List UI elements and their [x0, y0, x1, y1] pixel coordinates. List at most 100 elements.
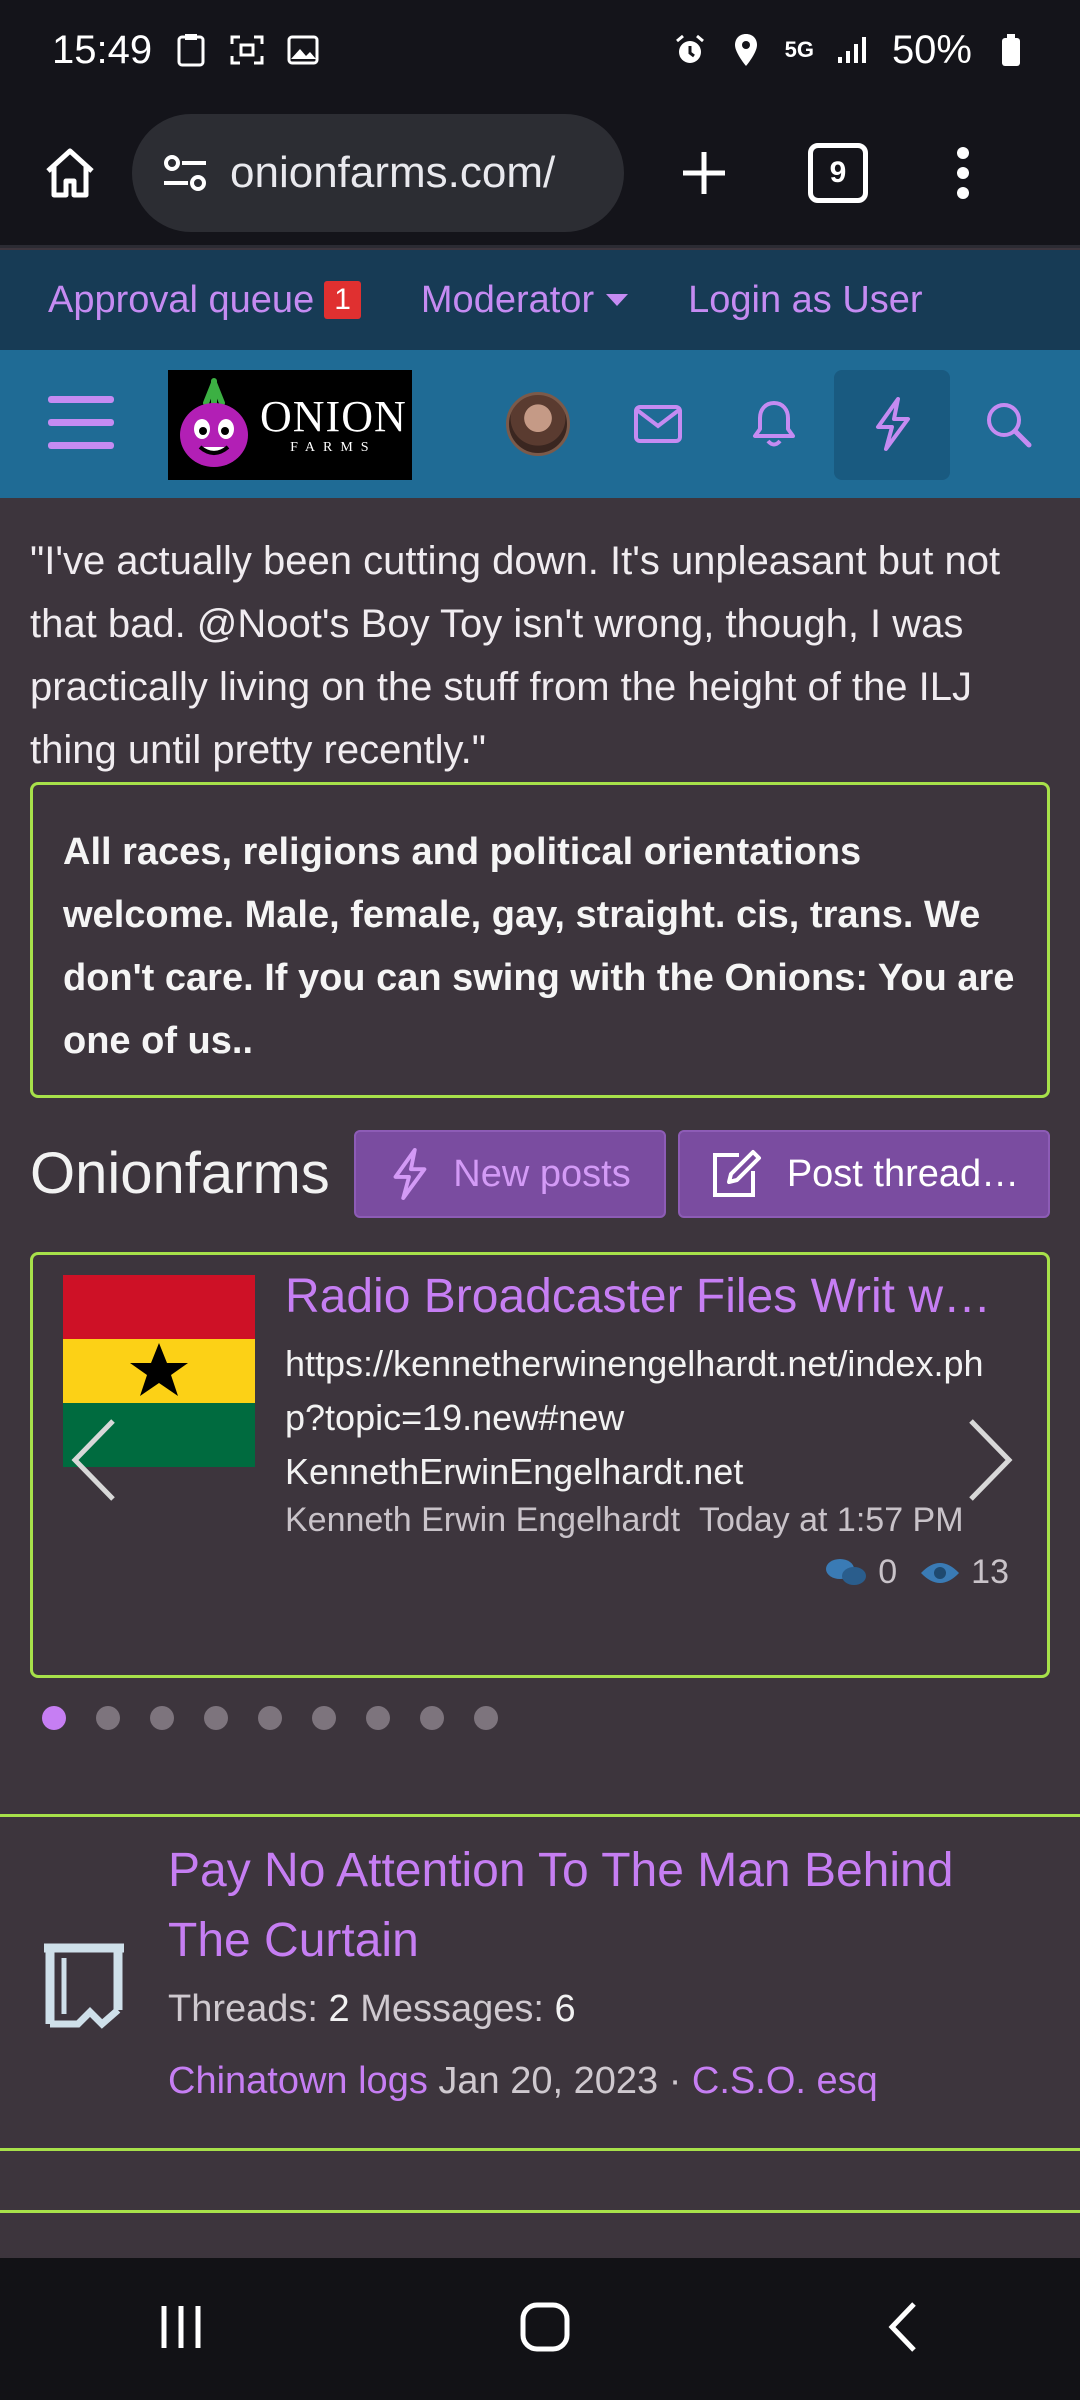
carousel-dot[interactable] [420, 1706, 444, 1730]
carousel-dot[interactable] [312, 1706, 336, 1730]
battery-level: 50% [891, 27, 972, 72]
last-post-user[interactable]: C.S.O. esq [692, 2060, 878, 2102]
post-thread-button[interactable]: Post thread… [678, 1130, 1050, 1218]
carousel-dot[interactable] [474, 1706, 498, 1730]
recent-apps-icon [161, 2305, 201, 2348]
site-header: ONION FARMS [0, 350, 1080, 498]
battery-icon [994, 33, 1028, 67]
browser-toolbar: onionfarms.com/ 9 [0, 100, 1080, 248]
chevron-down-icon [606, 294, 629, 306]
separator: · [668, 2060, 682, 2102]
new-posts-button[interactable]: New posts [354, 1130, 666, 1218]
approval-count-badge: 1 [324, 281, 361, 319]
signal-icon [836, 33, 870, 67]
site-logo[interactable]: ONION FARMS [168, 370, 412, 480]
carousel-thread-title[interactable]: Radio Broadcaster Files Writ w… [285, 1269, 1015, 1324]
menu-icon[interactable] [48, 396, 114, 452]
home-button[interactable] [30, 133, 110, 213]
threads-label: Threads: [168, 1988, 318, 2030]
forum-title[interactable]: Pay No Attention To The Man Behind The C… [168, 1836, 1048, 1976]
thread-author[interactable]: Kenneth Erwin Engelhardt [285, 1501, 680, 1539]
snippet-link: https://kennetherwinengelhardt.net/index… [285, 1343, 984, 1438]
status-bar: 15:49 5G 50% [0, 0, 1080, 100]
onion-mascot-icon [180, 378, 248, 467]
edit-icon [712, 1150, 761, 1197]
login-as-user-link[interactable]: Login as User [688, 279, 922, 322]
network-label: 5G [784, 37, 814, 62]
moderator-label: Moderator [420, 278, 595, 321]
forum-icon [36, 1938, 132, 2034]
carousel-thread-meta: Kenneth Erwin Engelhardt Today at 1:57 P… [285, 1501, 964, 1540]
new-tab-button[interactable] [674, 143, 734, 203]
carousel-next-button[interactable] [959, 1415, 1019, 1505]
more-vertical-icon [957, 146, 969, 199]
divider [0, 2210, 1080, 2213]
carousel-prev-button[interactable] [65, 1415, 125, 1505]
snippet-site: KennethErwinEngelhardt.net [285, 1451, 744, 1492]
threads-value: 2 [328, 1988, 350, 2030]
logo-text: ONION [260, 392, 407, 441]
url-bar[interactable]: onionfarms.com/ [132, 113, 624, 232]
last-post-date: Jan 20, 2023 [438, 2060, 659, 2102]
moderator-menu[interactable]: Moderator [420, 278, 629, 322]
new-posts-label: New posts [453, 1152, 631, 1195]
forum-stats: Threads: 2 Messages: 6 [168, 1988, 576, 2031]
alarm-icon [673, 33, 707, 67]
gallery-icon [286, 33, 320, 67]
home-icon [46, 148, 94, 197]
messages-label: Messages: [360, 1988, 544, 2030]
approval-queue-link[interactable]: Approval queue 1 [48, 279, 361, 322]
lightning-icon [858, 390, 926, 458]
clipboard-icon [174, 33, 208, 67]
carousel-dot[interactable] [258, 1706, 282, 1730]
back-button[interactable] [884, 2300, 924, 2359]
approval-queue-label: Approval queue [48, 278, 315, 321]
screenshot-icon [230, 33, 264, 67]
post-thread-label: Post thread… [786, 1152, 1020, 1195]
user-avatar[interactable] [506, 392, 570, 456]
view-count: 13 [971, 1553, 1009, 1591]
home-nav-button[interactable] [519, 2301, 571, 2358]
url-text: onionfarms.com/ [230, 147, 556, 197]
browser-menu-button[interactable] [948, 143, 978, 203]
carousel-thread-snippet: https://kennetherwinengelhardt.net/index… [285, 1337, 1015, 1499]
carousel-dot[interactable] [42, 1706, 66, 1730]
chevron-left-icon [71, 1419, 115, 1501]
logo-subtext: FARMS [290, 440, 377, 455]
random-quote: "I've actually been cutting down. It's u… [30, 539, 1001, 772]
forum-last-post: Chinatown logs Jan 20, 2023 · C.S.O. esq [168, 2060, 878, 2103]
carousel-thread-stats: 0 13 [824, 1553, 1009, 1592]
envelope-icon [634, 405, 682, 443]
thread-time: Today at 1:57 PM [698, 1501, 964, 1539]
plus-icon [683, 151, 725, 194]
system-navigation-bar [0, 2258, 1080, 2400]
lightning-icon [393, 1148, 427, 1200]
chevron-right-icon [969, 1419, 1013, 1501]
messages-value: 6 [554, 1988, 576, 2030]
views-icon [921, 1562, 960, 1583]
status-time: 15:49 [52, 27, 153, 72]
carousel-pagination [42, 1706, 498, 1730]
inbox-button[interactable] [624, 390, 692, 458]
home-circle-icon [520, 2302, 570, 2351]
recent-apps-button[interactable] [156, 2302, 206, 2357]
carousel-dot[interactable] [204, 1706, 228, 1730]
section-title: Onionfarms [30, 1141, 330, 1206]
last-thread-link[interactable]: Chinatown logs [168, 2060, 428, 2102]
carousel-dot[interactable] [96, 1706, 120, 1730]
replies-icon [826, 1558, 867, 1585]
site-settings-icon[interactable] [162, 153, 208, 193]
section-header: Onionfarms New posts Post thread… [30, 1130, 1050, 1220]
bell-icon [753, 401, 795, 447]
search-button[interactable] [974, 390, 1042, 458]
carousel-dot[interactable] [366, 1706, 390, 1730]
site-notice: All races, religions and political orien… [30, 782, 1050, 1098]
login-as-user-label: Login as User [688, 278, 923, 321]
tab-count: 9 [808, 142, 868, 203]
alerts-button[interactable] [740, 390, 808, 458]
divider [0, 2148, 1080, 2151]
tab-switcher-button[interactable]: 9 [808, 142, 868, 203]
back-icon [888, 2301, 916, 2352]
carousel-dot[interactable] [150, 1706, 174, 1730]
location-icon [729, 33, 763, 67]
